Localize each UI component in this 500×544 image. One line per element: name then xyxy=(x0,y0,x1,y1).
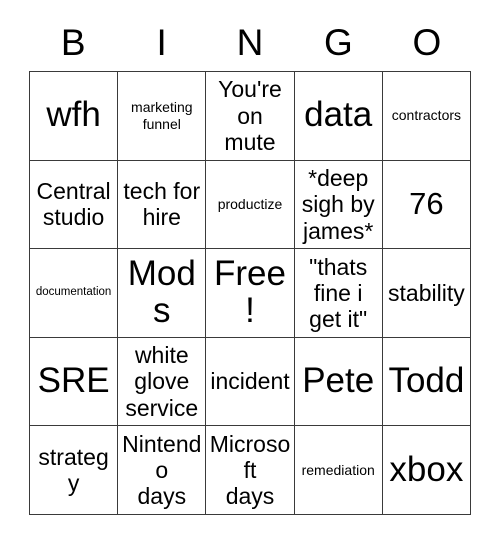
bingo-cell-label: wfh xyxy=(46,95,101,135)
bingo-cell-r3c5[interactable]: stability xyxy=(382,249,471,338)
bingo-header-row: B I N G O xyxy=(29,16,471,68)
bingo-cell-label: Todd xyxy=(388,361,465,401)
bingo-cell-r5c3[interactable]: Microsoft days xyxy=(206,426,295,515)
bingo-cell-r5c4[interactable]: remediation xyxy=(294,426,383,515)
bingo-header-letter-i: I xyxy=(156,21,167,63)
bingo-cell-r4c4[interactable]: Pete xyxy=(294,337,383,427)
bingo-cell-r2c4[interactable]: *deep sigh by james* xyxy=(294,160,383,250)
bingo-cell-r1c5[interactable]: contractors xyxy=(382,72,471,161)
bingo-cell-r3c2[interactable]: Mods xyxy=(118,249,207,338)
bingo-cell-r1c1[interactable]: wfh xyxy=(30,72,119,161)
bingo-cell-r1c4[interactable]: data xyxy=(294,72,383,161)
bingo-cell-r4c5[interactable]: Todd xyxy=(382,337,471,427)
bingo-cell-label: productize xyxy=(217,195,283,212)
bingo-cell-r2c3[interactable]: productize xyxy=(206,160,295,250)
bingo-cell-label: Central studio xyxy=(36,178,111,231)
bingo-cell-r3c1[interactable]: documentation xyxy=(30,249,119,338)
bingo-cell-r3c3[interactable]: Free! xyxy=(206,249,295,338)
bingo-cell-label: incident xyxy=(210,368,290,395)
bingo-cell-label: Mods xyxy=(127,254,196,330)
bingo-cell-label: stability xyxy=(388,279,465,306)
bingo-cell-r4c2[interactable]: white glove service xyxy=(118,337,207,427)
bingo-card: B I N G O wfh marketing funnel You're on m… xyxy=(0,0,500,544)
bingo-cell-label: Pete xyxy=(302,361,375,401)
bingo-cell-label: data xyxy=(304,95,373,135)
bingo-cell-r2c1[interactable]: Central studio xyxy=(30,160,119,250)
bingo-cell-label: remediation xyxy=(301,461,375,478)
bingo-header-letter-b: B xyxy=(60,21,86,63)
bingo-cell-r2c5[interactable]: 76 xyxy=(382,160,471,250)
bingo-cell-r1c2[interactable]: marketing funnel xyxy=(118,72,207,161)
bingo-cell-label: 76 xyxy=(409,186,444,222)
bingo-cell-label: strategy xyxy=(38,443,109,497)
bingo-cell-r5c2[interactable]: Nintendo days xyxy=(118,426,207,515)
bingo-grid: wfh marketing funnel You're on mute data con… xyxy=(29,71,471,515)
bingo-cell-label: "thats fine i get it" xyxy=(309,253,368,333)
bingo-cell-label: SRE xyxy=(37,361,110,401)
bingo-cell-label: You're on mute xyxy=(218,76,282,155)
bingo-cell-label: marketing funnel xyxy=(131,99,193,132)
bingo-cell-r3c4[interactable]: "thats fine i get it" xyxy=(294,249,383,338)
bingo-cell-label: Nintendo days xyxy=(122,430,202,510)
bingo-cell-r5c5[interactable]: xbox xyxy=(382,426,471,515)
bingo-cell-label: xbox xyxy=(389,449,464,489)
bingo-cell-label: Microsoft days xyxy=(209,430,291,510)
bingo-cell-label: *deep sigh by james* xyxy=(301,165,375,244)
bingo-cell-label: Free! xyxy=(214,254,286,330)
bingo-cell-label: documentation xyxy=(35,286,112,299)
bingo-cell-r4c3[interactable]: incident xyxy=(206,337,295,427)
bingo-cell-label: contractors xyxy=(391,107,462,124)
bingo-cell-label: white glove service xyxy=(125,342,199,421)
bingo-cell-label: tech for hire xyxy=(123,178,201,231)
bingo-cell-r2c2[interactable]: tech for hire xyxy=(118,160,207,250)
bingo-header-letter-g: G xyxy=(324,21,353,63)
bingo-cell-r5c1[interactable]: strategy xyxy=(30,426,119,515)
bingo-header-letter-n: N xyxy=(236,21,264,63)
bingo-cell-r1c3[interactable]: You're on mute xyxy=(206,72,295,161)
bingo-header-letter-o: O xyxy=(412,21,442,63)
bingo-cell-r4c1[interactable]: SRE xyxy=(30,337,119,427)
